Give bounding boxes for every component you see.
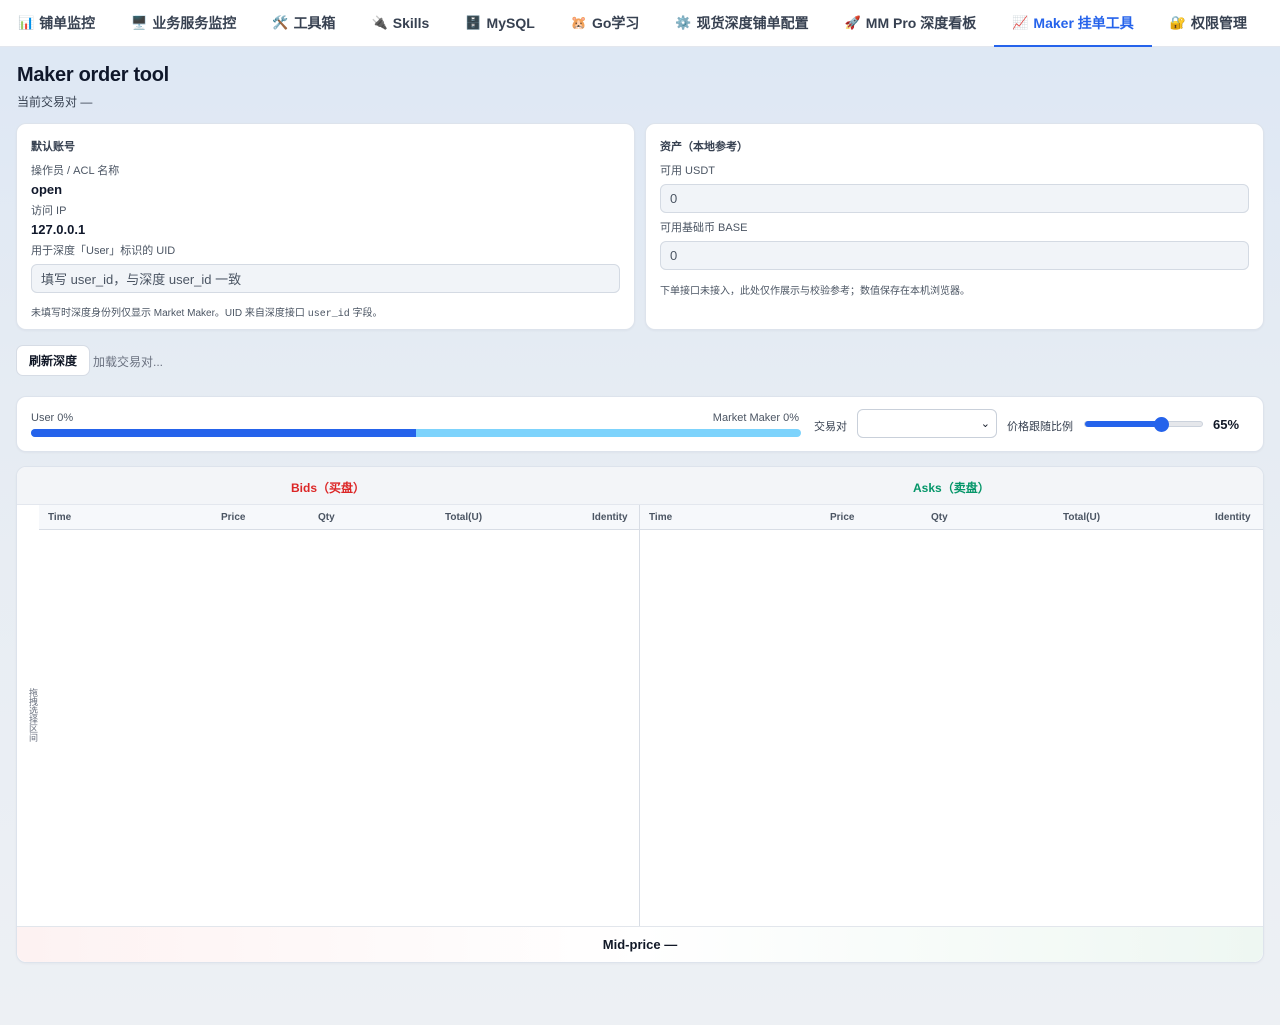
uid-note-text: 未填写时深度身份列仅显示 Market Maker。UID 来自深度接口 (31, 308, 308, 319)
account-card: 默认账号 操作员 / ACL 名称 open 访问 IP 127.0.0.1 用… (16, 123, 635, 330)
base-input[interactable]: 0 (660, 241, 1249, 270)
bids-table-header: Time Price Qty Total(U) Identity (39, 505, 640, 530)
uid-note-suffix: 字段。 (349, 308, 383, 319)
nav-tab-icon: 🐹 (570, 15, 587, 30)
user-ratio-fill (31, 429, 416, 437)
bids-col-price: Price (221, 512, 246, 523)
nav-tab-label: 权限管理 (1190, 15, 1247, 31)
pair-select[interactable]: ⌄ (857, 409, 997, 438)
nav-tab-label: Skills (392, 15, 430, 31)
nav-tab-label: Go学习 (591, 15, 640, 31)
follow-ratio-slider-fill (1085, 421, 1162, 427)
uid-note: 未填写时深度身份列仅显示 Market Maker。UID 来自深度接口 use… (31, 304, 382, 320)
bids-col-total: Total(U) (445, 512, 483, 523)
nav-tab-1[interactable]: 🖥️ 业务服务监控 (113, 0, 254, 46)
order-book-card: Bids（买盘） Asks（卖盘） Time Price Qty Total(U… (16, 466, 1264, 963)
mid-price: Mid-price — (17, 926, 1263, 962)
nav-tab-icon: 🖥️ (131, 15, 148, 30)
follow-ratio-slider-thumb[interactable] (1154, 417, 1170, 432)
page-title: Maker order tool (17, 64, 169, 86)
nav-tab-icon: 🗄️ (465, 15, 482, 30)
nav-tab-label: 铺单监控 (39, 15, 96, 31)
nav-tab-0[interactable]: 📊 铺单监控 (0, 0, 113, 46)
bids-table-body[interactable] (39, 530, 639, 926)
follow-ratio-value: 65% (1213, 417, 1240, 432)
nav-tab-icon: 🚀 (844, 15, 861, 30)
bids-col-qty: Qty (318, 512, 335, 523)
base-value: 0 (670, 248, 678, 263)
bids-title: Bids（买盘） (291, 481, 366, 495)
nav-tab-4[interactable]: 🗄️ MySQL (447, 0, 552, 46)
nav-tab-label: 现货深度铺单配置 (696, 15, 809, 31)
asks-table-header: Time Price Qty Total(U) Identity (640, 505, 1263, 530)
nav-tab-8[interactable]: 📈 Maker 挂单工具 (994, 0, 1152, 47)
controls-card: User 0% Market Maker 0% 交易对 ⌄ 价格跟随比例 65% (16, 396, 1264, 452)
usdt-value: 0 (670, 191, 678, 206)
ip-label: 访问 IP (31, 205, 67, 217)
nav-tab-label: MM Pro 深度看板 (865, 15, 977, 31)
nav-tab-2[interactable]: 🛠️ 工具箱 (254, 0, 353, 46)
uid-input-placeholder: 填写 user_id，与深度 user_id 一致 (41, 272, 242, 287)
uid-label: 用于深度「User」标识的 UID (31, 245, 176, 257)
nav-tab-3[interactable]: 🔌 Skills (354, 0, 448, 46)
asks-col-identity: Identity (1215, 512, 1251, 523)
assets-card: 资产（本地参考） 可用 USDT 0 可用基础币 BASE 0 下单接口未接入，… (645, 123, 1264, 330)
follow-ratio-slider[interactable] (1084, 417, 1203, 432)
user-ratio-label: User 0% (31, 412, 74, 424)
assets-note: 下单接口未接入，此处仅作展示与校验参考；数值保存在本机浏览器。 (660, 286, 970, 297)
refresh-depth-button[interactable]: 刷新深度 (16, 345, 90, 376)
assets-card-title: 资产（本地参考） (660, 141, 748, 153)
operator-label: 操作员 / ACL 名称 (31, 165, 120, 177)
uid-note-code: user_id (307, 309, 350, 320)
nav-tab-icon: 🔌 (371, 15, 388, 30)
nav-tab-icon: 📊 (18, 15, 35, 30)
base-label: 可用基础币 BASE (660, 222, 748, 234)
nav-tab-label: MySQL (486, 15, 535, 31)
top-nav: 📊 铺单监控 🖥️ 业务服务监控 🛠️ 工具箱 🔌 Skills 🗄️ MySQL 🐹 Go学习 ⚙️ 现… (0, 0, 1280, 47)
nav-tab-icon: 🔐 (1169, 15, 1186, 30)
asks-col-qty: Qty (931, 512, 948, 523)
usdt-input[interactable]: 0 (660, 184, 1249, 213)
account-card-title: 默认账号 (31, 141, 75, 153)
nav-tab-icon: ⚙️ (675, 15, 692, 30)
asks-col-price: Price (830, 512, 855, 523)
nav-tab-6[interactable]: ⚙️ 现货深度铺单配置 (657, 0, 826, 46)
bids-col-identity: Identity (592, 512, 628, 523)
identity-ratio-bar (31, 429, 801, 437)
current-pair-subtitle: 当前交易对 — (17, 95, 93, 109)
nav-tab-icon: 📈 (1012, 15, 1029, 30)
uid-input[interactable]: 填写 user_id，与深度 user_id 一致 (31, 264, 620, 293)
nav-tab-label: Maker 挂单工具 (1033, 15, 1134, 31)
order-book-header: Bids（买盘） Asks（卖盘） (17, 467, 1263, 505)
mm-ratio-label: Market Maker 0% (712, 412, 799, 424)
nav-tab-9[interactable]: 🔐 权限管理 (1152, 0, 1265, 46)
operator-value: open (31, 182, 63, 197)
usdt-label: 可用 USDT (660, 165, 715, 177)
pair-label: 交易对 (814, 421, 847, 433)
nav-tab-label: 业务服务监控 (152, 15, 237, 31)
chevron-down-icon: ⌄ (980, 418, 990, 430)
ip-value: 127.0.0.1 (31, 222, 86, 237)
loading-pairs-text: 加载交易对... (93, 355, 164, 369)
asks-col-total: Total(U) (1063, 512, 1101, 523)
follow-ratio-label: 价格跟随比例 (1007, 421, 1073, 433)
asks-title: Asks（卖盘） (913, 481, 990, 495)
nav-tab-label: 工具箱 (293, 15, 336, 31)
bids-col-time: Time (48, 512, 72, 523)
drag-range-hint[interactable]: 拖拽选择区间 (27, 688, 40, 742)
asks-col-time: Time (649, 512, 673, 523)
nav-tab-5[interactable]: 🐹 Go学习 (553, 0, 658, 46)
nav-tab-icon: 🛠️ (272, 15, 289, 30)
asks-table-body[interactable] (640, 530, 1263, 926)
nav-tab-7[interactable]: 🚀 MM Pro 深度看板 (827, 0, 995, 46)
